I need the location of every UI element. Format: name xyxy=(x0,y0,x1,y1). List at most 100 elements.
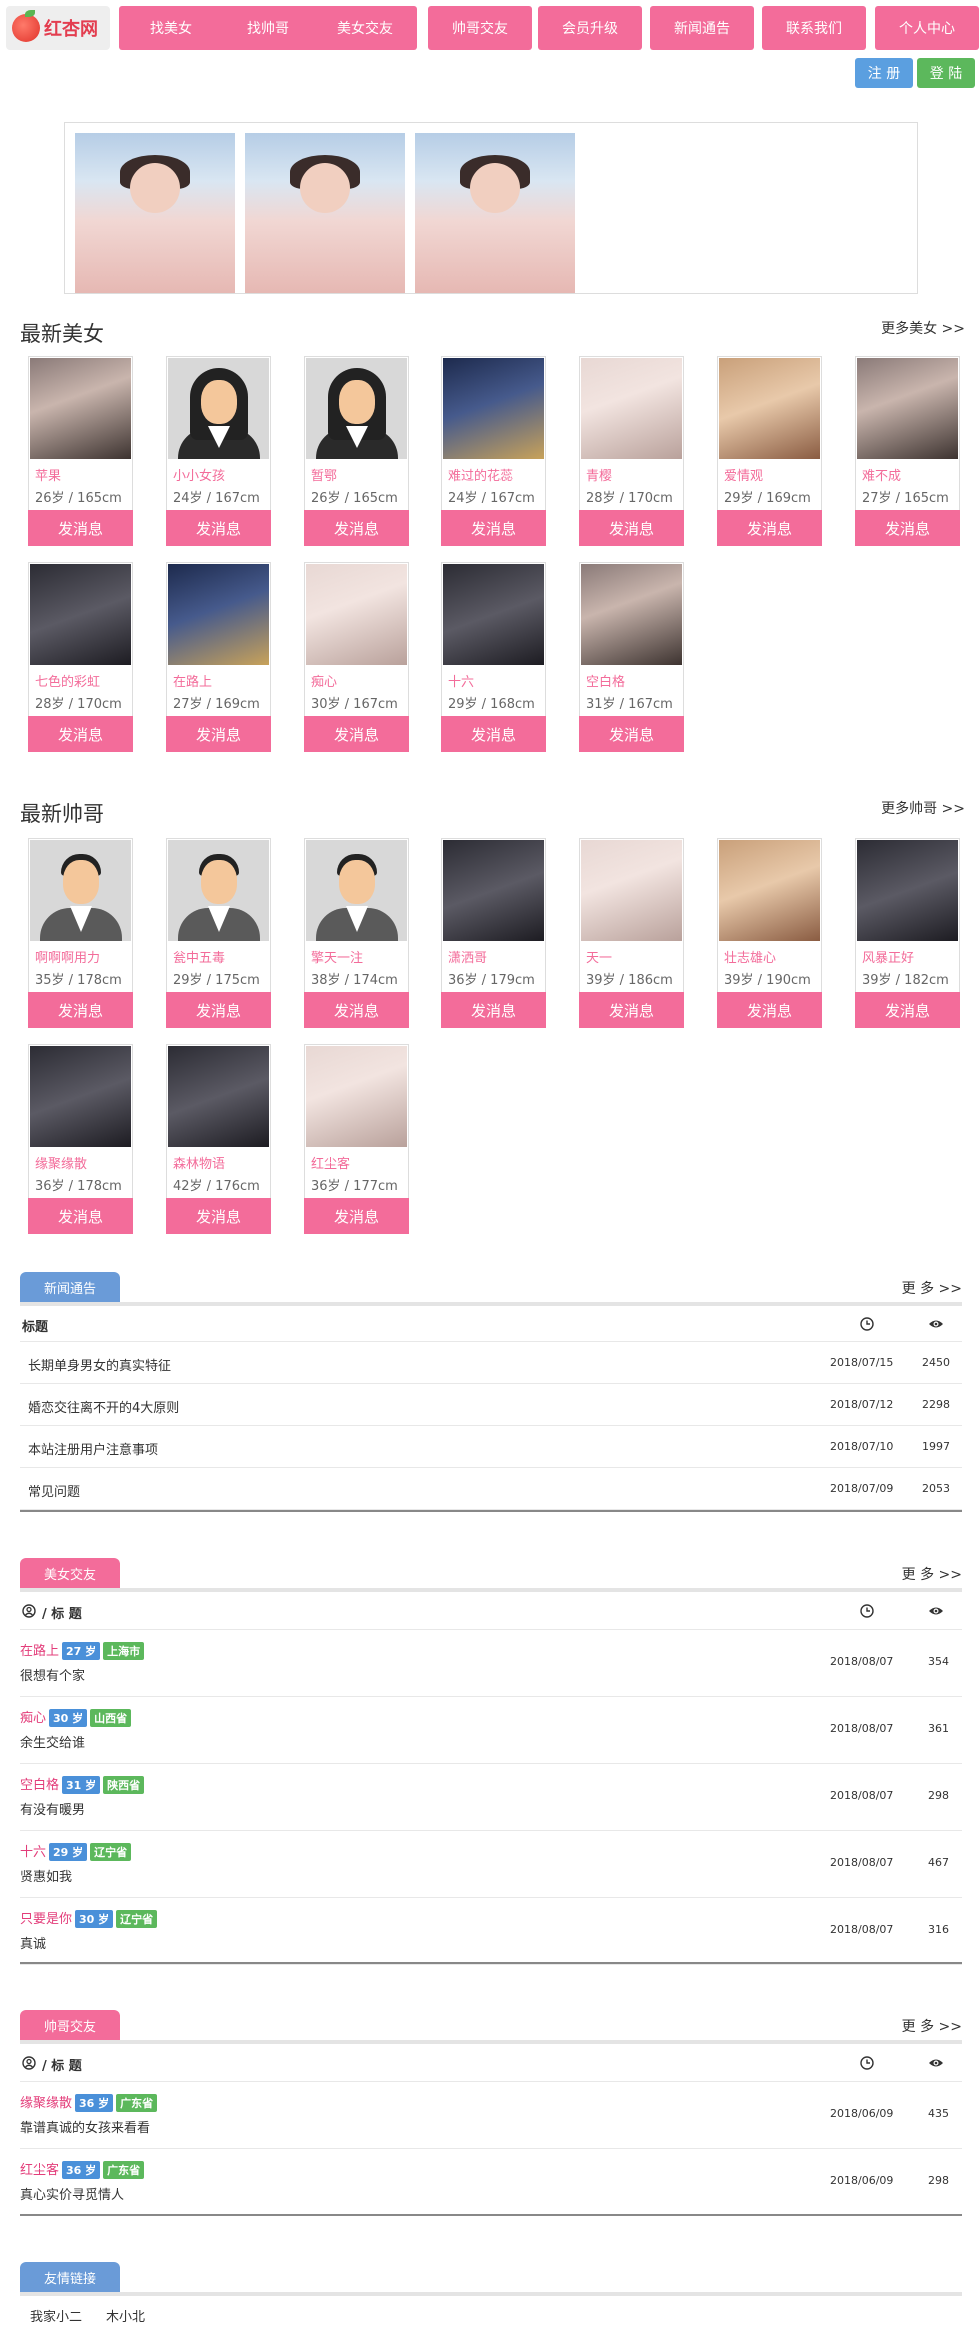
send-message-button[interactable]: 发消息 xyxy=(304,1198,409,1234)
profile-photo[interactable] xyxy=(30,358,131,459)
post-title[interactable]: 真诚 xyxy=(20,1933,46,1952)
post-title[interactable]: 贤惠如我 xyxy=(20,1866,72,1885)
profile-photo[interactable] xyxy=(719,840,820,941)
profile-name[interactable]: 风暴正好 xyxy=(862,947,914,966)
post-row[interactable]: 只要是你 30 岁辽宁省 真诚 2018/08/07 316 xyxy=(20,1898,962,1965)
send-message-button[interactable]: 发消息 xyxy=(304,716,409,752)
profile-photo[interactable] xyxy=(306,1046,407,1147)
news-row[interactable]: 本站注册用户注意事项 2018/07/10 1997 xyxy=(20,1426,962,1468)
post-row[interactable]: 十六 29 岁辽宁省 贤惠如我 2018/08/07 467 xyxy=(20,1831,962,1898)
profile-photo[interactable] xyxy=(30,1046,131,1147)
post-row[interactable]: 在路上 27 岁上海市 很想有个家 2018/08/07 354 xyxy=(20,1630,962,1697)
tab-boy-dating[interactable]: 帅哥交友 xyxy=(20,2010,120,2040)
profile-name[interactable]: 在路上 xyxy=(173,671,212,690)
profile-name[interactable]: 啊啊啊用力 xyxy=(35,947,100,966)
post-row[interactable]: 缘聚缘散 36 岁广东省 靠谱真诚的女孩来看看 2018/06/09 435 xyxy=(20,2082,962,2149)
news-more-link[interactable]: 更 多 >> xyxy=(902,1278,962,1298)
post-username[interactable]: 在路上 xyxy=(20,1644,59,1659)
send-message-button[interactable]: 发消息 xyxy=(441,510,546,546)
profile-photo[interactable] xyxy=(581,358,682,459)
send-message-button[interactable]: 发消息 xyxy=(441,992,546,1028)
site-logo[interactable]: 红杏网 xyxy=(6,6,110,50)
profile-photo[interactable] xyxy=(30,564,131,665)
more-girls-link[interactable]: 更多美女 >> xyxy=(881,318,965,338)
post-row[interactable]: 红尘客 36 岁广东省 真心实价寻觅情人 2018/06/09 298 xyxy=(20,2149,962,2216)
send-message-button[interactable]: 发消息 xyxy=(304,992,409,1028)
boy-posts-more-link[interactable]: 更 多 >> xyxy=(902,2016,962,2036)
post-username[interactable]: 空白格 xyxy=(20,1778,59,1793)
profile-photo[interactable] xyxy=(306,564,407,665)
post-row[interactable]: 痴心 30 岁山西省 余生交给谁 2018/08/07 361 xyxy=(20,1697,962,1764)
tab-friend-links[interactable]: 友情链接 xyxy=(20,2262,120,2292)
register-button[interactable]: 注 册 xyxy=(855,58,913,88)
send-message-button[interactable]: 发消息 xyxy=(28,716,133,752)
post-username[interactable]: 只要是你 xyxy=(20,1912,72,1927)
banner-photo[interactable] xyxy=(75,133,235,293)
tab-news[interactable]: 新闻通告 xyxy=(20,1272,120,1302)
profile-name[interactable]: 七色的彩虹 xyxy=(35,671,100,690)
profile-photo[interactable] xyxy=(443,564,544,665)
post-title[interactable]: 真心实价寻觅情人 xyxy=(20,2184,124,2203)
profile-photo[interactable] xyxy=(581,840,682,941)
nav-news[interactable]: 新闻通告 xyxy=(650,6,754,50)
send-message-button[interactable]: 发消息 xyxy=(441,716,546,752)
profile-photo[interactable] xyxy=(857,358,958,459)
more-boys-link[interactable]: 更多帅哥 >> xyxy=(881,798,965,818)
profile-name[interactable]: 瓮中五毒 xyxy=(173,947,225,966)
send-message-button[interactable]: 发消息 xyxy=(166,992,271,1028)
nav-boy-dating[interactable]: 帅哥交友 xyxy=(428,6,532,50)
send-message-button[interactable]: 发消息 xyxy=(579,510,684,546)
profile-name[interactable]: 痴心 xyxy=(311,671,337,690)
send-message-button[interactable]: 发消息 xyxy=(28,510,133,546)
send-message-button[interactable]: 发消息 xyxy=(717,510,822,546)
send-message-button[interactable]: 发消息 xyxy=(28,992,133,1028)
profile-name[interactable]: 青樱 xyxy=(586,465,612,484)
nav-user-center[interactable]: 个人中心 xyxy=(875,6,979,50)
profile-photo[interactable] xyxy=(719,358,820,459)
nav-find-boys[interactable]: 找帅哥 xyxy=(216,6,320,50)
friend-link[interactable]: 木小北 xyxy=(106,2306,145,2325)
profile-name[interactable]: 空白格 xyxy=(586,671,625,690)
post-username[interactable]: 痴心 xyxy=(20,1711,46,1726)
profile-name[interactable]: 天一 xyxy=(586,947,612,966)
girl-posts-more-link[interactable]: 更 多 >> xyxy=(902,1564,962,1584)
tab-girl-dating[interactable]: 美女交友 xyxy=(20,1558,120,1588)
post-title[interactable]: 余生交给谁 xyxy=(20,1732,85,1751)
male-avatar-placeholder[interactable] xyxy=(168,840,269,941)
profile-photo[interactable] xyxy=(443,358,544,459)
send-message-button[interactable]: 发消息 xyxy=(717,992,822,1028)
nav-membership[interactable]: 会员升级 xyxy=(538,6,642,50)
profile-name[interactable]: 小小女孩 xyxy=(173,465,225,484)
profile-photo[interactable] xyxy=(581,564,682,665)
profile-name[interactable]: 难不成 xyxy=(862,465,901,484)
news-row[interactable]: 长期单身男女的真实特征 2018/07/15 2450 xyxy=(20,1342,962,1384)
send-message-button[interactable]: 发消息 xyxy=(166,510,271,546)
profile-photo[interactable] xyxy=(857,840,958,941)
send-message-button[interactable]: 发消息 xyxy=(166,716,271,752)
nav-find-girls[interactable]: 找美女 xyxy=(119,6,223,50)
news-title[interactable]: 本站注册用户注意事项 xyxy=(28,1439,158,1458)
banner-photo[interactable] xyxy=(415,133,575,293)
post-title[interactable]: 有没有暖男 xyxy=(20,1799,85,1818)
nav-contact[interactable]: 联系我们 xyxy=(762,6,866,50)
post-title[interactable]: 靠谱真诚的女孩来看看 xyxy=(20,2117,150,2136)
send-message-button[interactable]: 发消息 xyxy=(855,510,960,546)
nav-girl-dating[interactable]: 美女交友 xyxy=(313,6,417,50)
banner-photo[interactable] xyxy=(245,133,405,293)
profile-photo[interactable] xyxy=(168,1046,269,1147)
profile-name[interactable]: 森林物语 xyxy=(173,1153,225,1172)
send-message-button[interactable]: 发消息 xyxy=(304,510,409,546)
male-avatar-placeholder[interactable] xyxy=(30,840,131,941)
profile-name[interactable]: 擎天一注 xyxy=(311,947,363,966)
news-title[interactable]: 婚恋交往离不开的4大原则 xyxy=(28,1397,179,1416)
post-username[interactable]: 缘聚缘散 xyxy=(20,2096,72,2111)
news-title[interactable]: 常见问题 xyxy=(28,1481,80,1500)
post-username[interactable]: 十六 xyxy=(20,1845,46,1860)
friend-link[interactable]: 我家小二 xyxy=(30,2306,82,2325)
post-username[interactable]: 红尘客 xyxy=(20,2163,59,2178)
profile-name[interactable]: 暂鄂 xyxy=(311,465,337,484)
post-row[interactable]: 空白格 31 岁陕西省 有没有暖男 2018/08/07 298 xyxy=(20,1764,962,1831)
profile-name[interactable]: 爱情观 xyxy=(724,465,763,484)
send-message-button[interactable]: 发消息 xyxy=(166,1198,271,1234)
login-button[interactable]: 登 陆 xyxy=(917,58,975,88)
